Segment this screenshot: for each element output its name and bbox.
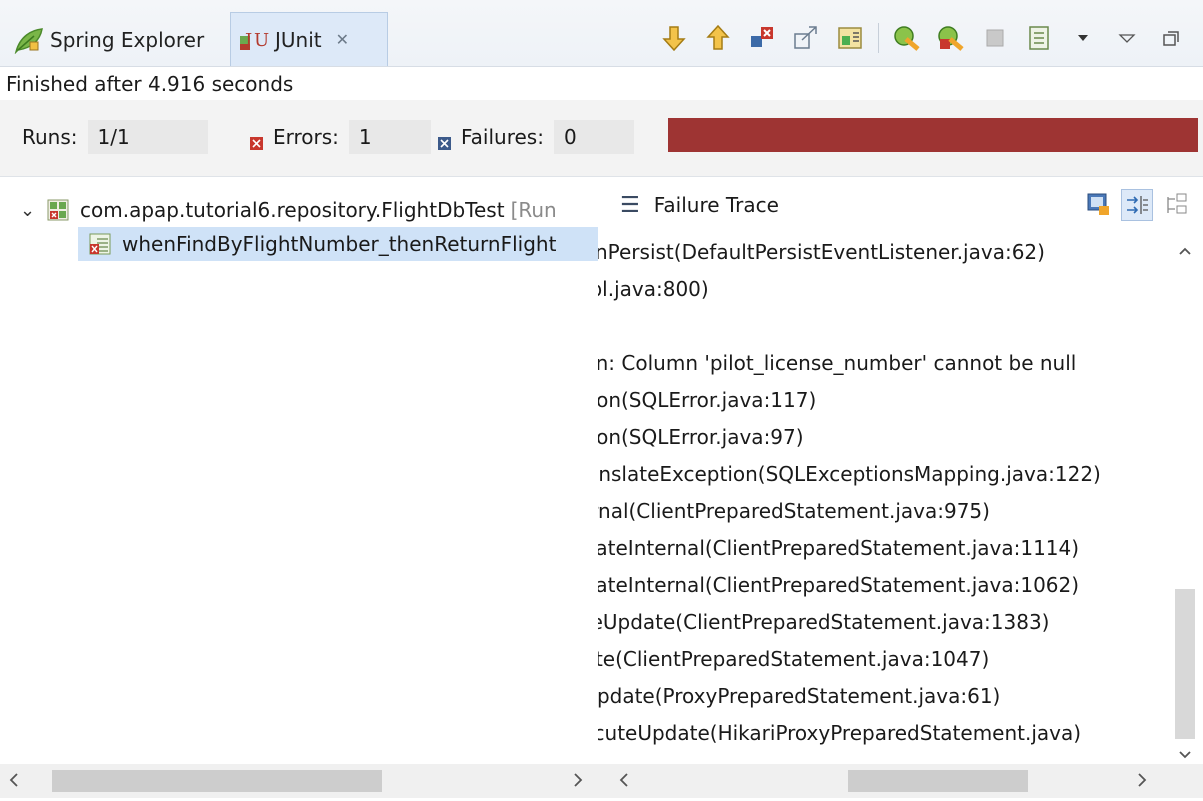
stop-icon[interactable]	[978, 21, 1012, 55]
tab-spring-explorer[interactable]: Spring Explorer	[14, 14, 229, 66]
tab-label: JUnit	[275, 27, 322, 52]
history-icon[interactable]	[1022, 21, 1056, 55]
failures-value: 0	[553, 120, 634, 154]
progress-fill	[668, 118, 1198, 152]
test-progress-bar	[668, 118, 1198, 152]
scroll-up-arrow-icon[interactable]	[1178, 241, 1192, 260]
horizontal-scroll-thumb[interactable]	[848, 770, 1028, 792]
show-skipped-icon[interactable]	[833, 21, 867, 55]
trace-line: pdateInternal(ClientPreparedStatement.ja…	[598, 536, 1080, 560]
scroll-left-arrow-icon[interactable]	[618, 770, 630, 795]
failures-counter: Failures: 0	[438, 120, 634, 154]
trace-line: mpl.java:800)	[598, 277, 709, 301]
compare-result-icon[interactable]	[1083, 189, 1113, 219]
suite-run-suffix: [Run	[510, 198, 557, 222]
error-icon	[250, 131, 263, 150]
trace-line: ternal(ClientPreparedStatement.java:975)	[598, 499, 990, 523]
test-suite-error-icon	[46, 198, 70, 222]
chevron-down-icon[interactable]: ⌄	[20, 200, 36, 221]
next-failure-icon[interactable]	[657, 21, 691, 55]
trace-line: ption(SQLError.java:117)	[598, 388, 817, 412]
suite-name: com.apap.tutorial6.repository.FlightDbTe…	[80, 198, 505, 222]
trace-line: eUpdate(ProxyPreparedStatement.java:61)	[598, 684, 1001, 708]
trace-line: date(ClientPreparedStatement.java:1047)	[598, 647, 990, 671]
test-name: whenFindByFlightNumber_thenReturnFlight	[122, 232, 557, 256]
errors-label: Errors:	[273, 125, 339, 149]
tab-junit[interactable]: J U JUnit ✕	[230, 12, 388, 66]
failure-trace-pane: ☰ Failure Trace r.onPersist(DefaultPersi…	[598, 176, 1203, 765]
failure-trace-header: ☰ Failure Trace	[598, 177, 1203, 233]
trace-line: r.onPersist(DefaultPersistEventListener.…	[598, 240, 1045, 264]
show-failures-only-icon[interactable]	[745, 21, 779, 55]
leaf-icon	[14, 26, 43, 55]
view-menu-icon[interactable]	[1110, 21, 1144, 55]
trace-horizontal-scrollbar[interactable]	[598, 764, 1203, 798]
toolbar-separator	[878, 23, 879, 53]
errors-counter: Errors: 1	[250, 120, 431, 154]
tree-item-suite[interactable]: ⌄ com.apap.tutorial6.repository.FlightDb…	[20, 193, 557, 227]
svg-text:U: U	[254, 30, 269, 51]
dropdown-icon[interactable]	[1066, 21, 1100, 55]
horizontal-scroll-thumb[interactable]	[52, 770, 382, 792]
tree-horizontal-scrollbar[interactable]	[0, 764, 598, 798]
failure-trace-text[interactable]: r.onPersist(DefaultPersistEventListener.…	[598, 233, 1162, 765]
stack-trace-icon: ☰	[620, 192, 640, 218]
scroll-right-arrow-icon[interactable]	[572, 770, 584, 795]
view-tab-bar: Spring Explorer J U JUnit ✕	[0, 0, 1203, 66]
trace-line: rgeUpdate(ClientPreparedStatement.java:1…	[598, 610, 1050, 634]
trace-line: tion: Column 'pilot_license_number' cann…	[598, 351, 1077, 375]
runs-counter: Runs: 1/1	[22, 120, 208, 154]
runs-label: Runs:	[22, 125, 78, 149]
trace-line: translateException(SQLExceptionsMapping.…	[598, 462, 1101, 486]
status-text: Finished after 4.916 seconds	[0, 66, 1203, 100]
trace-line: xecuteUpdate(HikariProxyPreparedStatemen…	[598, 721, 1082, 745]
test-error-icon	[88, 232, 112, 256]
scroll-right-arrow-icon[interactable]	[1136, 770, 1148, 795]
errors-value: 1	[348, 120, 431, 154]
junit-icon: J U	[239, 26, 269, 54]
scroll-lock-icon[interactable]	[789, 21, 823, 55]
copy-trace-icon[interactable]	[1161, 189, 1191, 219]
trace-line: ption(SQLError.java:97)	[598, 425, 804, 449]
rerun-failed-first-icon[interactable]	[934, 21, 968, 55]
previous-failure-icon[interactable]	[701, 21, 735, 55]
failures-label: Failures:	[461, 125, 544, 149]
rerun-icon[interactable]	[890, 21, 924, 55]
scroll-left-arrow-icon[interactable]	[8, 770, 20, 795]
failure-trace-title: Failure Trace	[653, 193, 779, 217]
view-toolbar	[652, 18, 1193, 58]
test-tree-pane: ⌄ com.apap.tutorial6.repository.FlightDb…	[0, 176, 598, 765]
trace-vertical-scrollbar[interactable]	[1167, 233, 1203, 765]
scroll-down-arrow-icon[interactable]	[1178, 745, 1192, 764]
runs-value: 1/1	[87, 120, 208, 154]
trace-line: pdateInternal(ClientPreparedStatement.ja…	[598, 573, 1080, 597]
failure-trace-toolbar	[1079, 189, 1195, 221]
tab-label: Spring Explorer	[50, 28, 205, 52]
close-icon[interactable]: ✕	[336, 30, 349, 49]
filter-stack-trace-icon[interactable]	[1121, 189, 1153, 221]
svg-text:J: J	[243, 30, 252, 51]
minimize-icon[interactable]	[1154, 21, 1188, 55]
failure-icon	[438, 131, 451, 150]
vertical-scroll-thumb[interactable]	[1175, 589, 1195, 739]
tree-item-test[interactable]: whenFindByFlightNumber_thenReturnFlight	[78, 227, 598, 261]
